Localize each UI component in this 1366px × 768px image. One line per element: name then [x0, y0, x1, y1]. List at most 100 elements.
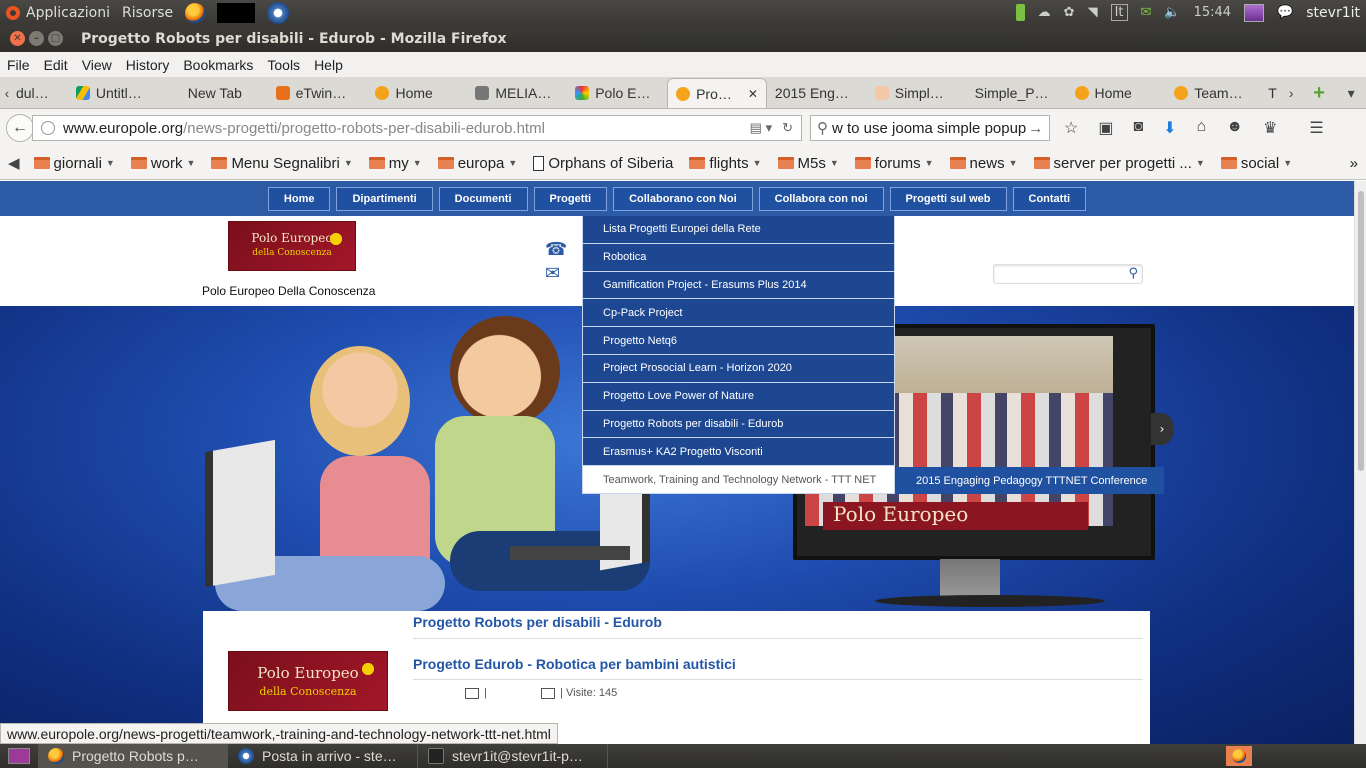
- tab[interactable]: Polo E…: [567, 78, 667, 108]
- window-minimize-button[interactable]: –: [29, 31, 44, 46]
- site-nav-contatti[interactable]: Contatti: [1012, 186, 1087, 211]
- bookmarks-menu-arrow-icon[interactable]: ◀: [0, 154, 26, 172]
- hamburger-menu-icon[interactable]: ☰: [1309, 118, 1323, 138]
- show-desktop-icon[interactable]: [8, 748, 30, 764]
- cloud-icon[interactable]: ☁: [1038, 5, 1051, 20]
- reload-icon[interactable]: ↻: [782, 120, 793, 136]
- pocket-icon[interactable]: ◙: [1133, 118, 1143, 138]
- applications-menu[interactable]: Applicazioni: [0, 0, 116, 25]
- dropdown-item[interactable]: Cp-Pack Project: [582, 299, 895, 328]
- print-icon[interactable]: [465, 687, 479, 699]
- thunderbird-launcher[interactable]: [261, 0, 295, 25]
- window-close-button[interactable]: ✕: [10, 31, 25, 46]
- bookmark-folder[interactable]: news ▼: [942, 155, 1026, 172]
- menu-bookmarks[interactable]: Bookmarks: [176, 57, 260, 73]
- home-icon[interactable]: ⌂: [1197, 118, 1207, 138]
- search-go-arrow-icon[interactable]: →: [1028, 120, 1043, 137]
- email-icon[interactable]: [541, 687, 556, 699]
- chat-icon[interactable]: 💬: [1277, 5, 1293, 20]
- site-identity-icon[interactable]: [41, 121, 55, 135]
- tab[interactable]: Team…: [1166, 78, 1266, 108]
- bookmark-folder[interactable]: M5s ▼: [770, 155, 847, 172]
- tab[interactable]: Home: [367, 78, 467, 108]
- taskbar-item[interactable]: Posta in arrivo - ste…: [228, 744, 418, 768]
- username[interactable]: stevr1it: [1306, 5, 1360, 21]
- bookmarks-overflow-chevron-icon[interactable]: »: [1350, 155, 1366, 172]
- window-maximize-button[interactable]: □: [48, 31, 63, 46]
- dropdown-item-hovered[interactable]: Teamwork, Training and Technology Networ…: [582, 466, 895, 494]
- site-nav-progetti[interactable]: Progetti: [533, 186, 608, 211]
- reader-view-icon[interactable]: ▤ ▾: [750, 120, 772, 136]
- user-avatar-icon[interactable]: [1244, 3, 1265, 22]
- slideshow-next-arrow-icon[interactable]: ›: [1151, 413, 1173, 445]
- taskbar-item[interactable]: Progetto Robots p…: [38, 744, 228, 768]
- submenu-item[interactable]: 2015 Engaging Pedagogy TTTNET Conference: [896, 467, 1164, 494]
- menu-tools[interactable]: Tools: [260, 57, 307, 73]
- dropdown-item[interactable]: Lista Progetti Europei della Rete: [582, 216, 895, 244]
- bookmark-folder[interactable]: forums ▼: [847, 155, 942, 172]
- tab[interactable]: dul…: [14, 78, 68, 108]
- site-nav-home[interactable]: Home: [267, 186, 331, 211]
- envelope-icon[interactable]: ✉: [545, 263, 560, 284]
- new-tab-plus-icon[interactable]: +: [1302, 78, 1336, 108]
- hello-chat-icon[interactable]: ☻: [1226, 118, 1243, 138]
- site-nav-dipartimenti[interactable]: Dipartimenti: [336, 186, 433, 211]
- mail-icon[interactable]: ✉: [1141, 5, 1152, 20]
- tab[interactable]: New Tab: [168, 78, 268, 108]
- list-all-tabs-chevron-icon[interactable]: ▾: [1336, 78, 1366, 108]
- dropdown-item[interactable]: Project Prosocial Learn - Horizon 2020: [582, 354, 895, 383]
- workspace-firefox-icon[interactable]: [1226, 746, 1252, 766]
- category-title[interactable]: Progetto Robots per disabili - Edurob: [413, 614, 662, 630]
- reading-list-icon[interactable]: ▣: [1098, 118, 1113, 138]
- tab[interactable]: Home: [1067, 78, 1167, 108]
- bookmark-folder[interactable]: work ▼: [123, 155, 204, 172]
- site-nav-documenti[interactable]: Documenti: [438, 186, 528, 211]
- downloads-arrow-icon[interactable]: ⬇: [1163, 118, 1176, 138]
- dropdown-item[interactable]: Progetto Netq6: [582, 327, 895, 355]
- tab-close-icon[interactable]: ✕: [748, 87, 758, 101]
- article-title[interactable]: Progetto Edurob - Robotica per bambini a…: [413, 656, 736, 672]
- window-titlebar[interactable]: ✕ – □ Progetto Robots per disabili - Edu…: [0, 25, 1366, 52]
- menu-help[interactable]: Help: [307, 57, 350, 73]
- dropdown-item[interactable]: Progetto Robots per disabili - Edurob: [582, 410, 895, 439]
- menu-file[interactable]: File: [0, 57, 37, 73]
- keyboard-layout-indicator[interactable]: It: [1110, 4, 1128, 21]
- bookmark-folder[interactable]: my ▼: [361, 155, 430, 172]
- site-nav-collaborano[interactable]: Collaborano con Noi: [613, 186, 753, 211]
- tab[interactable]: T: [1266, 78, 1280, 108]
- bookmark-folder[interactable]: social ▼: [1213, 155, 1300, 172]
- sidebar-logo[interactable]: Polo Europeo della Conoscenza: [228, 651, 388, 711]
- page-scrollbar[interactable]: [1354, 181, 1366, 744]
- terminal-launcher[interactable]: [211, 0, 261, 25]
- bookmark-folder[interactable]: giornali ▼: [26, 155, 123, 172]
- tab[interactable]: Simpl…: [867, 78, 967, 108]
- back-arrow-icon[interactable]: ←: [6, 114, 34, 142]
- phone-icon[interactable]: ☎: [545, 239, 567, 260]
- network-share-icon[interactable]: ✿: [1064, 5, 1075, 20]
- url-bar[interactable]: www.europole.org/news-progetti/progetto-…: [32, 115, 802, 141]
- search-bar[interactable]: ⚲ w to use jooma simple popup →: [810, 115, 1050, 141]
- menu-view[interactable]: View: [75, 57, 119, 73]
- bookmark-folder[interactable]: europa ▼: [430, 155, 526, 172]
- bookmark-link[interactable]: Orphans of Siberia: [525, 155, 681, 172]
- dropdown-item[interactable]: Gamification Project - Erasums Plus 2014: [582, 271, 895, 300]
- taskbar-item[interactable]: stevr1it@stevr1it-p…: [418, 744, 608, 768]
- extension-crown-icon[interactable]: ♛: [1263, 118, 1277, 138]
- bookmark-folder[interactable]: server per progetti ... ▼: [1026, 155, 1213, 172]
- menu-history[interactable]: History: [119, 57, 177, 73]
- firefox-launcher[interactable]: [179, 0, 211, 25]
- site-logo[interactable]: Polo Europeo della Conoscenza: [228, 221, 356, 271]
- battery-icon[interactable]: [1015, 4, 1025, 21]
- search-icon[interactable]: ⚲: [1128, 266, 1138, 281]
- site-nav-collabora[interactable]: Collabora con noi: [758, 186, 884, 211]
- scrollbar-thumb[interactable]: [1358, 191, 1364, 471]
- dropdown-item[interactable]: Robotica: [582, 243, 895, 272]
- tab[interactable]: Untitl…: [68, 78, 168, 108]
- tab[interactable]: eTwin…: [268, 78, 368, 108]
- bookmark-folder[interactable]: flights ▼: [681, 155, 769, 172]
- tab-active[interactable]: Pro… ✕: [667, 78, 767, 108]
- tab-scroll-left-button[interactable]: ‹: [0, 78, 14, 108]
- tab[interactable]: MELIA…: [467, 78, 567, 108]
- volume-icon[interactable]: 🔈: [1164, 5, 1180, 20]
- bookmark-star-icon[interactable]: ☆: [1064, 118, 1078, 138]
